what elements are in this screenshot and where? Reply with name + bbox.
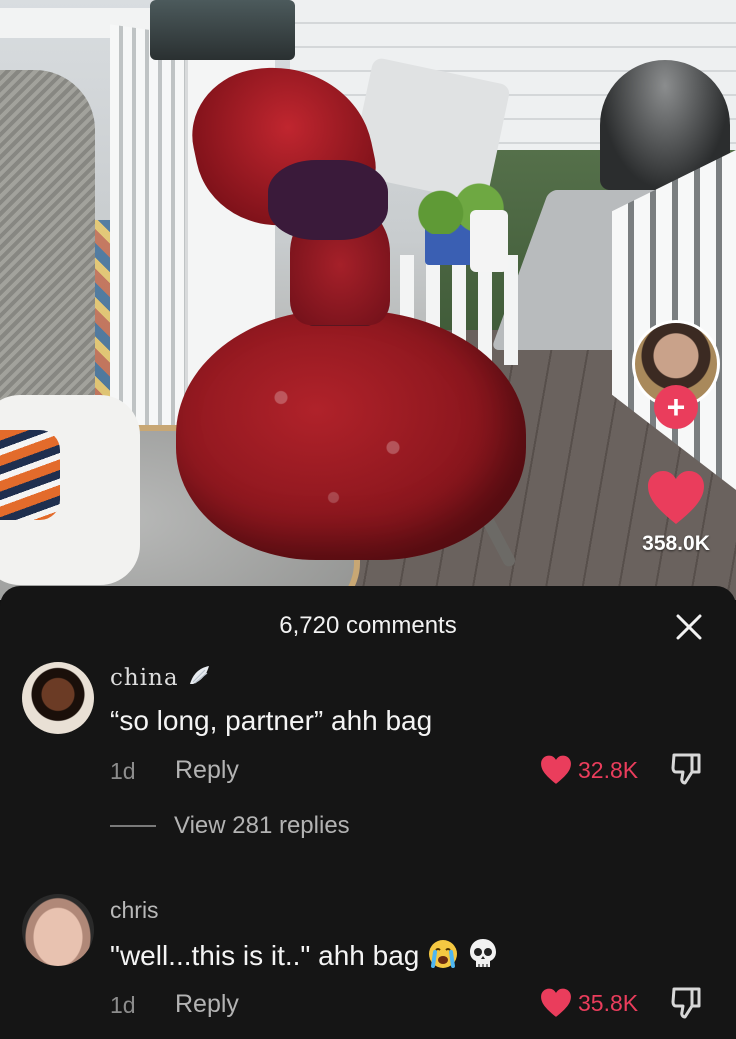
- reply-button[interactable]: Reply: [175, 990, 239, 1019]
- view-replies-label: View 281 replies: [174, 812, 350, 839]
- dislike-icon[interactable]: [670, 752, 706, 788]
- avatar[interactable]: [22, 894, 94, 966]
- comment-time: 1d: [110, 758, 136, 784]
- comment-like-count: 35.8K: [578, 989, 639, 1016]
- bandana-bag: [176, 310, 526, 560]
- comments-count-title: 6,720 comments: [279, 612, 457, 639]
- comment-username[interactable]: chris: [110, 897, 159, 924]
- crying-face-icon: [429, 940, 458, 968]
- comment-time: 1d: [110, 992, 136, 1018]
- follow-button[interactable]: +: [654, 385, 698, 429]
- like-heart-icon[interactable]: [646, 470, 706, 526]
- wicker-chair: [0, 70, 95, 430]
- heart-icon: [541, 988, 571, 1017]
- dislike-icon[interactable]: [670, 986, 706, 1022]
- railing-balusters: [110, 24, 190, 436]
- comment-like-button[interactable]: 35.8K: [540, 988, 638, 1018]
- comment-username[interactable]: china: [110, 664, 211, 691]
- divider-line: [110, 825, 156, 827]
- comment-like-count: 32.8K: [578, 756, 639, 783]
- wing-icon: [189, 666, 209, 684]
- reply-button[interactable]: Reply: [175, 756, 239, 785]
- bag-knot: [268, 160, 388, 240]
- bottle: [470, 210, 508, 272]
- heart-icon: [541, 755, 571, 784]
- comment-text: “so long, partner” ahh bag: [110, 705, 433, 736]
- pillow-pattern: [0, 430, 60, 520]
- avatar[interactable]: [22, 662, 94, 734]
- video-like-count: 358.0K: [642, 532, 710, 555]
- view-replies-button[interactable]: View 281 replies: [110, 812, 350, 840]
- comments-panel: 6,720 comments china “so long, partner” …: [0, 586, 736, 1039]
- comment-like-button[interactable]: 32.8K: [540, 755, 638, 785]
- video-player[interactable]: + 358.0K: [0, 0, 736, 600]
- post-lamp-cap: [150, 0, 295, 60]
- close-icon[interactable]: [672, 610, 706, 644]
- skull-icon: [469, 939, 496, 967]
- comment-text: "well...this is it.." ahh bag: [110, 937, 499, 972]
